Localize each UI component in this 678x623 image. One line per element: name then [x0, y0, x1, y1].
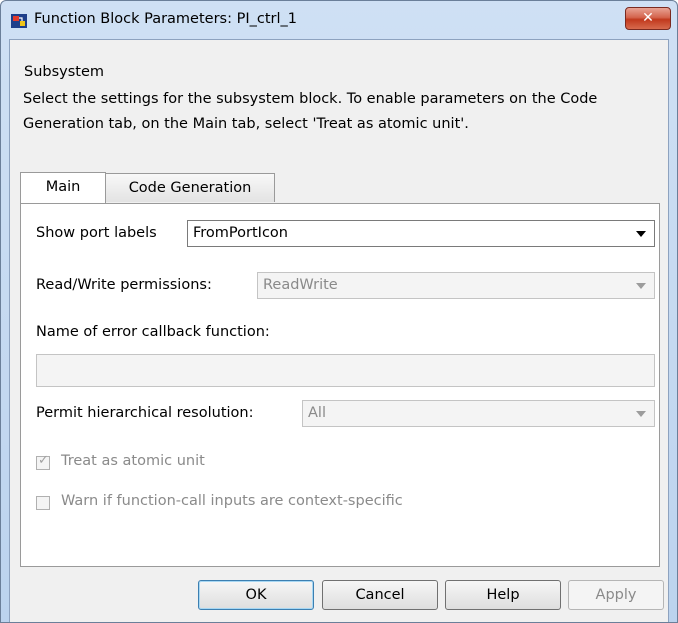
dialog-client-area: Subsystem Select the settings for the su…: [9, 39, 669, 622]
warn-context-checkbox[interactable]: [36, 496, 50, 510]
apply-button[interactable]: Apply: [568, 580, 664, 610]
show-port-labels-value: FromPortIcon: [193, 225, 288, 241]
show-port-labels-select[interactable]: FromPortIcon: [187, 220, 655, 247]
group-label: Subsystem: [24, 64, 105, 80]
read-write-select[interactable]: ReadWrite: [257, 272, 655, 299]
ok-button[interactable]: OK: [198, 580, 314, 610]
simulink-block-icon: [11, 14, 27, 28]
cancel-button[interactable]: Cancel: [322, 580, 438, 610]
window-title: Function Block Parameters: PI_ctrl_1: [34, 11, 297, 27]
error-callback-label: Name of error callback function:: [36, 324, 270, 340]
treat-atomic-checkbox[interactable]: ✓: [36, 453, 50, 470]
description-text: Select the settings for the subsystem bl…: [23, 91, 598, 132]
hierarchical-resolution-select[interactable]: All: [302, 400, 655, 427]
read-write-value: ReadWrite: [263, 277, 338, 293]
description-box: Select the settings for the subsystem bl…: [23, 87, 663, 162]
tab-strip: Main Code Generation: [20, 172, 660, 203]
tab-main[interactable]: Main: [20, 172, 106, 203]
close-button[interactable]: ✕: [625, 7, 671, 30]
dialog-window: Function Block Parameters: PI_ctrl_1 ✕ S…: [0, 0, 678, 623]
chevron-down-icon: [636, 231, 646, 237]
tab-code-generation[interactable]: Code Generation: [105, 173, 275, 202]
title-bar[interactable]: Function Block Parameters: PI_ctrl_1 ✕: [1, 1, 677, 39]
treat-atomic-label: Treat as atomic unit: [61, 453, 205, 469]
main-tab-panel: Show port labels FromPortIcon Read/Write…: [20, 203, 660, 567]
chevron-down-icon: [636, 411, 646, 417]
close-icon: ✕: [642, 10, 654, 26]
hierarchical-resolution-value: All: [308, 405, 326, 421]
hierarchical-resolution-label: Permit hierarchical resolution:: [36, 405, 254, 421]
error-callback-input[interactable]: [36, 354, 655, 387]
show-port-labels-label: Show port labels: [36, 225, 157, 241]
checkmark-icon: ✓: [38, 453, 49, 468]
chevron-down-icon: [636, 283, 646, 289]
help-button[interactable]: Help: [445, 580, 561, 610]
warn-context-label: Warn if function-call inputs are context…: [61, 493, 403, 509]
read-write-label: Read/Write permissions:: [36, 277, 212, 293]
